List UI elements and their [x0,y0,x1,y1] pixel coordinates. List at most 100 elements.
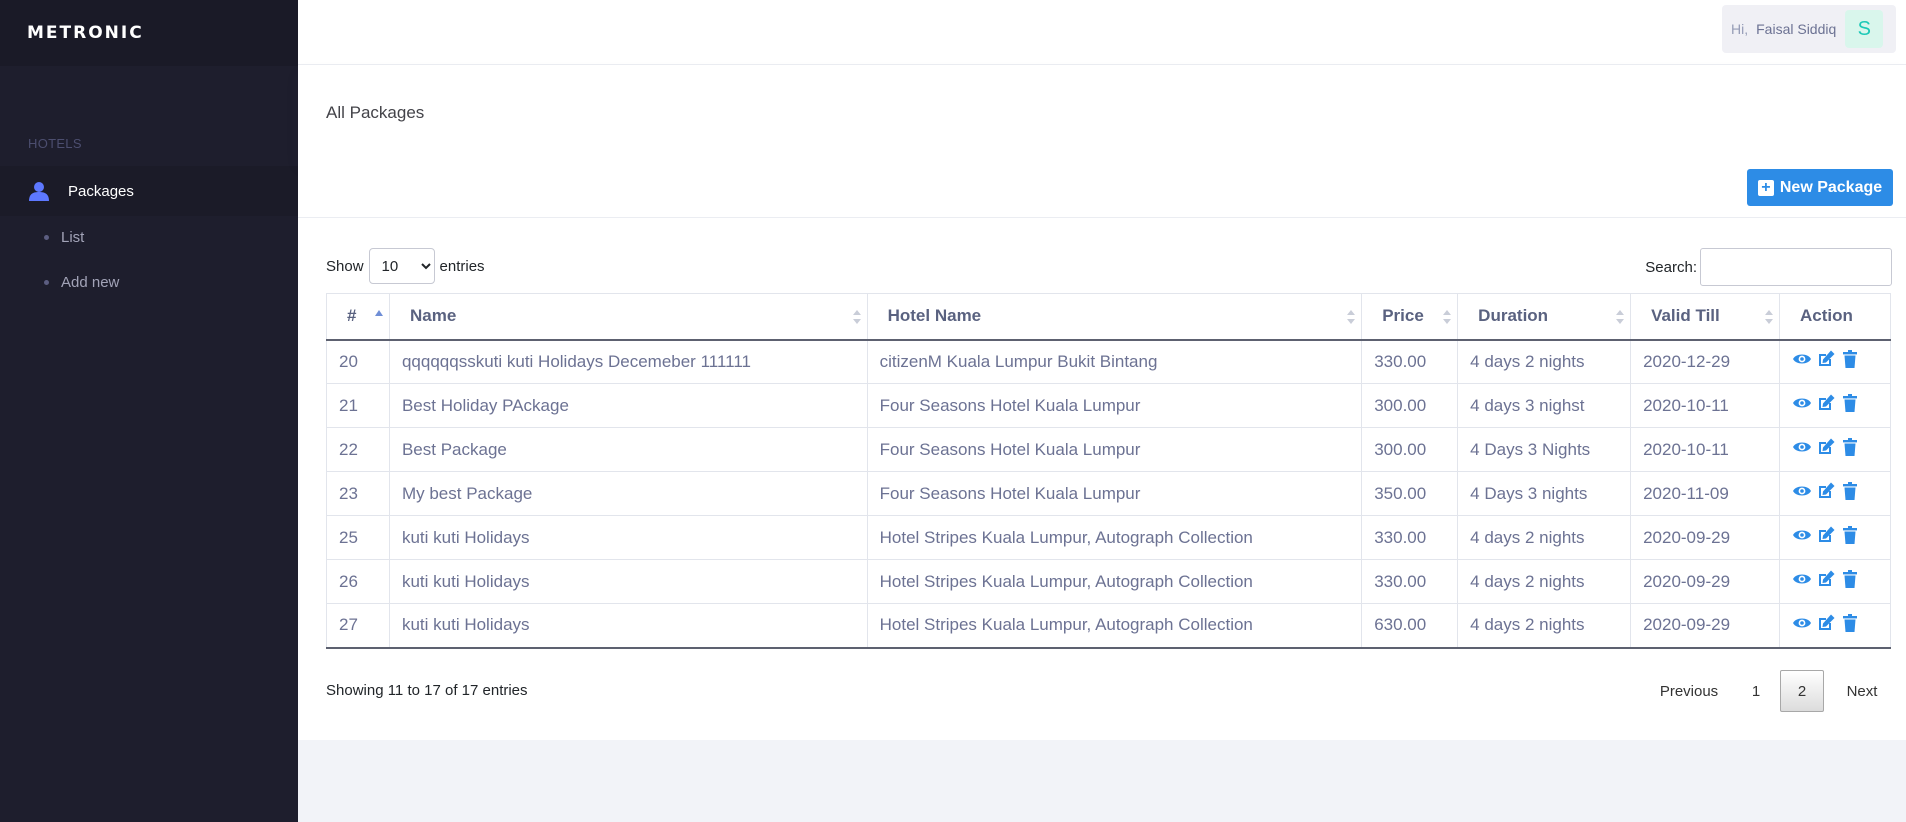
view-icon[interactable] [1792,393,1812,418]
next-page-button[interactable]: Next [1832,670,1892,712]
search-label: Search: [1645,258,1697,276]
previous-page-button[interactable]: Previous [1646,670,1732,712]
sidebar-subitem-add-new[interactable]: Add new [44,274,119,291]
page-1-button[interactable]: 1 [1732,670,1780,712]
sidebar-subitem-label: Add new [61,274,120,291]
avatar: S [1845,10,1884,48]
cell-hotel-name: Hotel Stripes Kuala Lumpur, Autograph Co… [866,603,1363,649]
cell-hotel-name: Hotel Stripes Kuala Lumpur, Autograph Co… [866,559,1363,604]
column-header-price[interactable]: Price [1361,293,1459,341]
delete-icon[interactable] [1840,481,1860,506]
entries-length-control: Show 10 25 50 100 entries [326,248,485,284]
cell-hotel-name: citizenM Kuala Lumpur Bukit Bintang [866,339,1363,384]
delete-icon[interactable] [1840,525,1860,550]
cell-action [1778,515,1892,560]
cell-id: 21 [326,383,390,428]
table-info: Showing 11 to 17 of 17 entries [326,682,528,699]
view-icon[interactable] [1792,481,1812,506]
table-search: Search: [1645,248,1892,286]
edit-icon[interactable] [1816,569,1836,594]
cell-action [1778,427,1892,472]
table-row: 25 kuti kuti Holidays Hotel Stripes Kuala … [326,515,1892,560]
cell-action [1778,471,1892,516]
column-header-hotel-name[interactable]: Hotel Name [866,293,1363,341]
new-package-button[interactable]: + New Package [1747,169,1893,206]
cell-price: 330.00 [1361,339,1459,384]
cell-hotel-name: Four Seasons Hotel Kuala Lumpur [866,383,1363,428]
bullet-dot [44,280,49,285]
sort-icon [1443,310,1452,324]
row-actions [1792,349,1890,374]
delete-icon[interactable] [1840,437,1860,462]
row-actions [1792,481,1890,506]
user-icon [28,180,50,202]
plus-square-icon: + [1757,179,1774,196]
view-icon[interactable] [1792,569,1812,594]
cell-hotel-name: Hotel Stripes Kuala Lumpur, Autograph Co… [866,515,1363,560]
delete-icon[interactable] [1840,569,1860,594]
cell-duration: 4 days 2 nights [1457,339,1632,384]
table-row: 22 Best Package Four Seasons Hotel Kuala L… [326,427,1892,472]
delete-icon[interactable] [1840,613,1860,638]
row-actions [1792,393,1890,418]
sidebar-item-label: Packages [68,182,134,200]
cell-valid-till: 2020-09-29 [1630,603,1780,649]
edit-icon[interactable] [1816,525,1836,550]
sidebar-subitem-list[interactable]: List [44,229,84,246]
table-header-row: # Name Hotel Name Price Duration Valid T… [326,293,1892,341]
column-header-duration[interactable]: Duration [1457,293,1632,341]
sidebar-section-title: HOTELS [28,136,82,151]
cell-duration: 4 Days 3 Nights [1457,427,1632,472]
table-body: 20 qqqqqqsskuti kuti Holidays Decemeber 1… [326,339,1892,649]
sort-icon [1347,310,1356,324]
page-length-select[interactable]: 10 25 50 100 [368,248,435,284]
packages-table: # Name Hotel Name Price Duration Valid T… [326,293,1892,649]
delete-icon[interactable] [1840,393,1860,418]
view-icon[interactable] [1792,349,1812,374]
bullet-dot [44,235,49,240]
table-row: 27 kuti kuti Holidays Hotel Stripes Kuala … [326,603,1892,649]
row-actions [1792,569,1890,594]
brand-logo[interactable]: METRONIC [27,23,144,43]
page-title: All Packages [326,103,425,122]
column-header-name[interactable]: Name [388,293,868,341]
edit-icon[interactable] [1816,349,1836,374]
row-actions [1792,525,1890,550]
edit-icon[interactable] [1816,613,1836,638]
cell-price: 350.00 [1361,471,1459,516]
search-input[interactable] [1700,248,1892,286]
page-2-button[interactable]: 2 [1780,670,1824,712]
cell-action [1778,339,1892,384]
row-actions [1792,613,1890,638]
view-icon[interactable] [1792,613,1812,638]
table-row: 23 My best Package Four Seasons Hotel Kual… [326,471,1892,516]
cell-name: kuti kuti Holidays [388,515,868,560]
delete-icon[interactable] [1840,349,1860,374]
cell-duration: 4 days 3 nighst [1457,383,1632,428]
user-name: Faisal Siddiq [1756,21,1837,37]
cell-name: My best Package [388,471,868,516]
cell-hotel-name: Four Seasons Hotel Kuala Lumpur [866,471,1363,516]
view-icon[interactable] [1792,437,1812,462]
entries-label: entries [439,257,485,275]
sidebar-item-packages[interactable]: Packages [0,166,298,216]
view-icon[interactable] [1792,525,1812,550]
show-label: Show [326,257,364,275]
cell-name: Best Holiday PAckage [388,383,868,428]
cell-id: 20 [326,339,390,384]
user-menu[interactable]: Hi, Faisal Siddiq S [1722,5,1896,53]
sidebar-subitem-label: List [61,229,85,246]
edit-icon[interactable] [1816,393,1836,418]
cell-valid-till: 2020-10-11 [1630,427,1780,472]
column-header-valid-till[interactable]: Valid Till [1630,293,1780,341]
cell-id: 25 [326,515,390,560]
edit-icon[interactable] [1816,437,1836,462]
table-row: 26 kuti kuti Holidays Hotel Stripes Kuala … [326,559,1892,604]
sidebar: METRONIC HOTELS Packages List Add new [0,0,298,822]
edit-icon[interactable] [1816,481,1836,506]
column-header-id[interactable]: # [326,293,390,341]
cell-id: 22 [326,427,390,472]
cell-id: 23 [326,471,390,516]
cell-name: kuti kuti Holidays [388,603,868,649]
greeting-text: Hi, [1731,21,1749,37]
